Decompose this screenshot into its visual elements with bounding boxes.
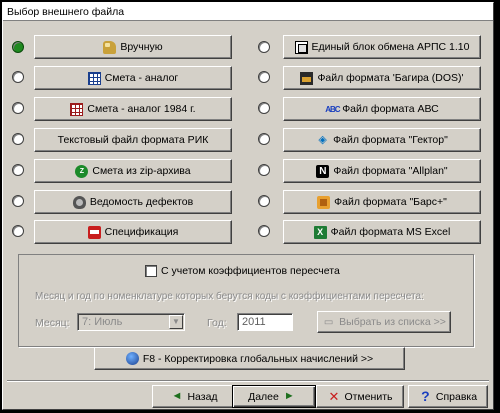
radio-zip-estimate[interactable] <box>12 164 24 176</box>
radio-defect-list[interactable] <box>12 195 24 207</box>
global-charges-button[interactable]: F8 - Корректировка глобальных начислений… <box>94 347 405 370</box>
specification-label: Спецификация <box>104 226 179 238</box>
pick-from-list-label: Выбрать из списка >> <box>339 316 446 328</box>
hand-icon <box>103 40 117 54</box>
ms-excel-button[interactable]: X Файл формата MS Excel <box>283 220 481 244</box>
specification-icon <box>87 225 101 239</box>
abc-icon: ABC <box>325 104 340 114</box>
next-label: Далее <box>248 390 279 403</box>
excel-icon: X <box>313 225 327 239</box>
estimate-1984-icon <box>70 102 84 116</box>
radio-estimate-analog-1984[interactable] <box>12 102 24 114</box>
list-icon: ▭ <box>323 316 334 328</box>
dialog-title: Выбор внешнего файла <box>3 3 493 21</box>
pick-from-list-button[interactable]: ▭ Выбрать из списка >> <box>317 311 451 333</box>
radio-allplan[interactable] <box>258 164 270 176</box>
radio-bars[interactable] <box>258 195 270 207</box>
radio-specification[interactable] <box>12 225 24 237</box>
abc-button[interactable]: ABC Файл формата АВС <box>283 97 481 121</box>
help-icon: ? <box>421 388 430 404</box>
global-charges-label: F8 - Корректировка глобальных начислений… <box>142 352 374 365</box>
bagira-icon <box>300 71 314 85</box>
estimate-analog-label: Смета - аналог <box>104 72 179 84</box>
cancel-button[interactable]: ✕ Отменить <box>316 385 404 408</box>
defect-list-label: Ведомость дефектов <box>89 196 194 208</box>
abc-label: Файл формата АВС <box>342 103 439 115</box>
arps-block-button[interactable]: Единый блок обмена АРПС 1.10 <box>283 35 481 59</box>
estimate-analog-button[interactable]: Смета - аналог <box>34 66 232 90</box>
month-label: Месяц: <box>35 317 70 329</box>
block-icon <box>294 40 308 54</box>
estimate-icon <box>87 71 101 85</box>
specification-button[interactable]: Спецификация <box>34 220 232 244</box>
help-label: Справка <box>435 390 478 403</box>
radio-estimate-analog[interactable] <box>12 71 24 83</box>
allplan-label: Файл формата "Allplan" <box>333 165 448 177</box>
estimate-analog-1984-button[interactable]: Смета - аналог 1984 г. <box>34 97 232 121</box>
arrow-left-icon: ◄ <box>171 390 183 402</box>
manual-button[interactable]: Вручную <box>34 35 232 59</box>
cancel-label: Отменить <box>344 390 393 403</box>
text-rik-button[interactable]: Текстовый файл формата РИК <box>34 128 232 152</box>
help-button[interactable]: ? Справка <box>408 385 488 408</box>
radio-arps-block[interactable] <box>258 41 270 53</box>
defect-list-button[interactable]: Ведомость дефектов <box>34 190 232 214</box>
radio-bagira[interactable] <box>258 71 270 83</box>
radio-gektor[interactable] <box>258 133 270 145</box>
bars-label: Файл формата "Барс+" <box>334 196 447 208</box>
gektor-icon: ◈ <box>318 133 327 146</box>
arps-block-label: Единый блок обмена АРПС 1.10 <box>311 41 470 53</box>
radio-ms-excel[interactable] <box>258 225 270 237</box>
month-value: 7: Июль <box>82 316 123 328</box>
bagira-label: Файл формата 'Багира (DOS)' <box>317 72 464 84</box>
next-button[interactable]: Далее ► <box>232 385 316 408</box>
radio-abc[interactable] <box>258 102 270 114</box>
allplan-icon: N <box>316 164 330 178</box>
recalc-checkbox[interactable] <box>145 265 157 277</box>
back-label: Назад <box>187 390 218 403</box>
gektor-label: Файл формата "Гектор" <box>333 134 448 146</box>
manual-label: Вручную <box>120 41 163 53</box>
dialog-window: Выбор внешнего файла Вручную Смета - ана… <box>2 2 494 410</box>
zip-estimate-button[interactable]: Z Смета из zip-архива <box>34 159 232 183</box>
year-label: Год: <box>207 317 227 329</box>
radio-text-rik[interactable] <box>12 133 24 145</box>
footer-divider <box>7 380 489 382</box>
ms-excel-label: Файл формата MS Excel <box>330 226 451 238</box>
estimate-analog-1984-label: Смета - аналог 1984 г. <box>87 103 196 115</box>
radio-manual[interactable] <box>12 41 24 53</box>
recalc-checkbox-label[interactable]: С учетом коэффициентов пересчета <box>161 265 340 277</box>
chevron-down-icon[interactable]: ▼ <box>169 315 183 329</box>
back-button[interactable]: ◄ Назад <box>152 385 236 408</box>
allplan-button[interactable]: N Файл формата "Allplan" <box>283 159 481 183</box>
bars-icon <box>317 195 331 209</box>
text-rik-label: Текстовый файл формата РИК <box>57 134 209 146</box>
zip-estimate-label: Смета из zip-архива <box>92 165 191 177</box>
recalc-hint: Месяц и год по номенклатуре которых беру… <box>35 291 424 302</box>
year-input[interactable]: 2011 <box>237 313 293 331</box>
year-value: 2011 <box>242 316 266 328</box>
zip-icon: Z <box>75 164 89 178</box>
gektor-button[interactable]: ◈ Файл формата "Гектор" <box>283 128 481 152</box>
close-icon: ✕ <box>328 389 340 404</box>
month-select[interactable]: 7: Июль ▼ <box>77 313 185 331</box>
bars-button[interactable]: Файл формата "Барс+" <box>283 190 481 214</box>
arrow-right-icon: ► <box>283 390 295 402</box>
globe-icon <box>125 352 139 365</box>
bagira-button[interactable]: Файл формата 'Багира (DOS)' <box>283 66 481 90</box>
defect-icon <box>72 195 86 209</box>
recalc-group: С учетом коэффициентов пересчета Месяц и… <box>18 254 474 347</box>
